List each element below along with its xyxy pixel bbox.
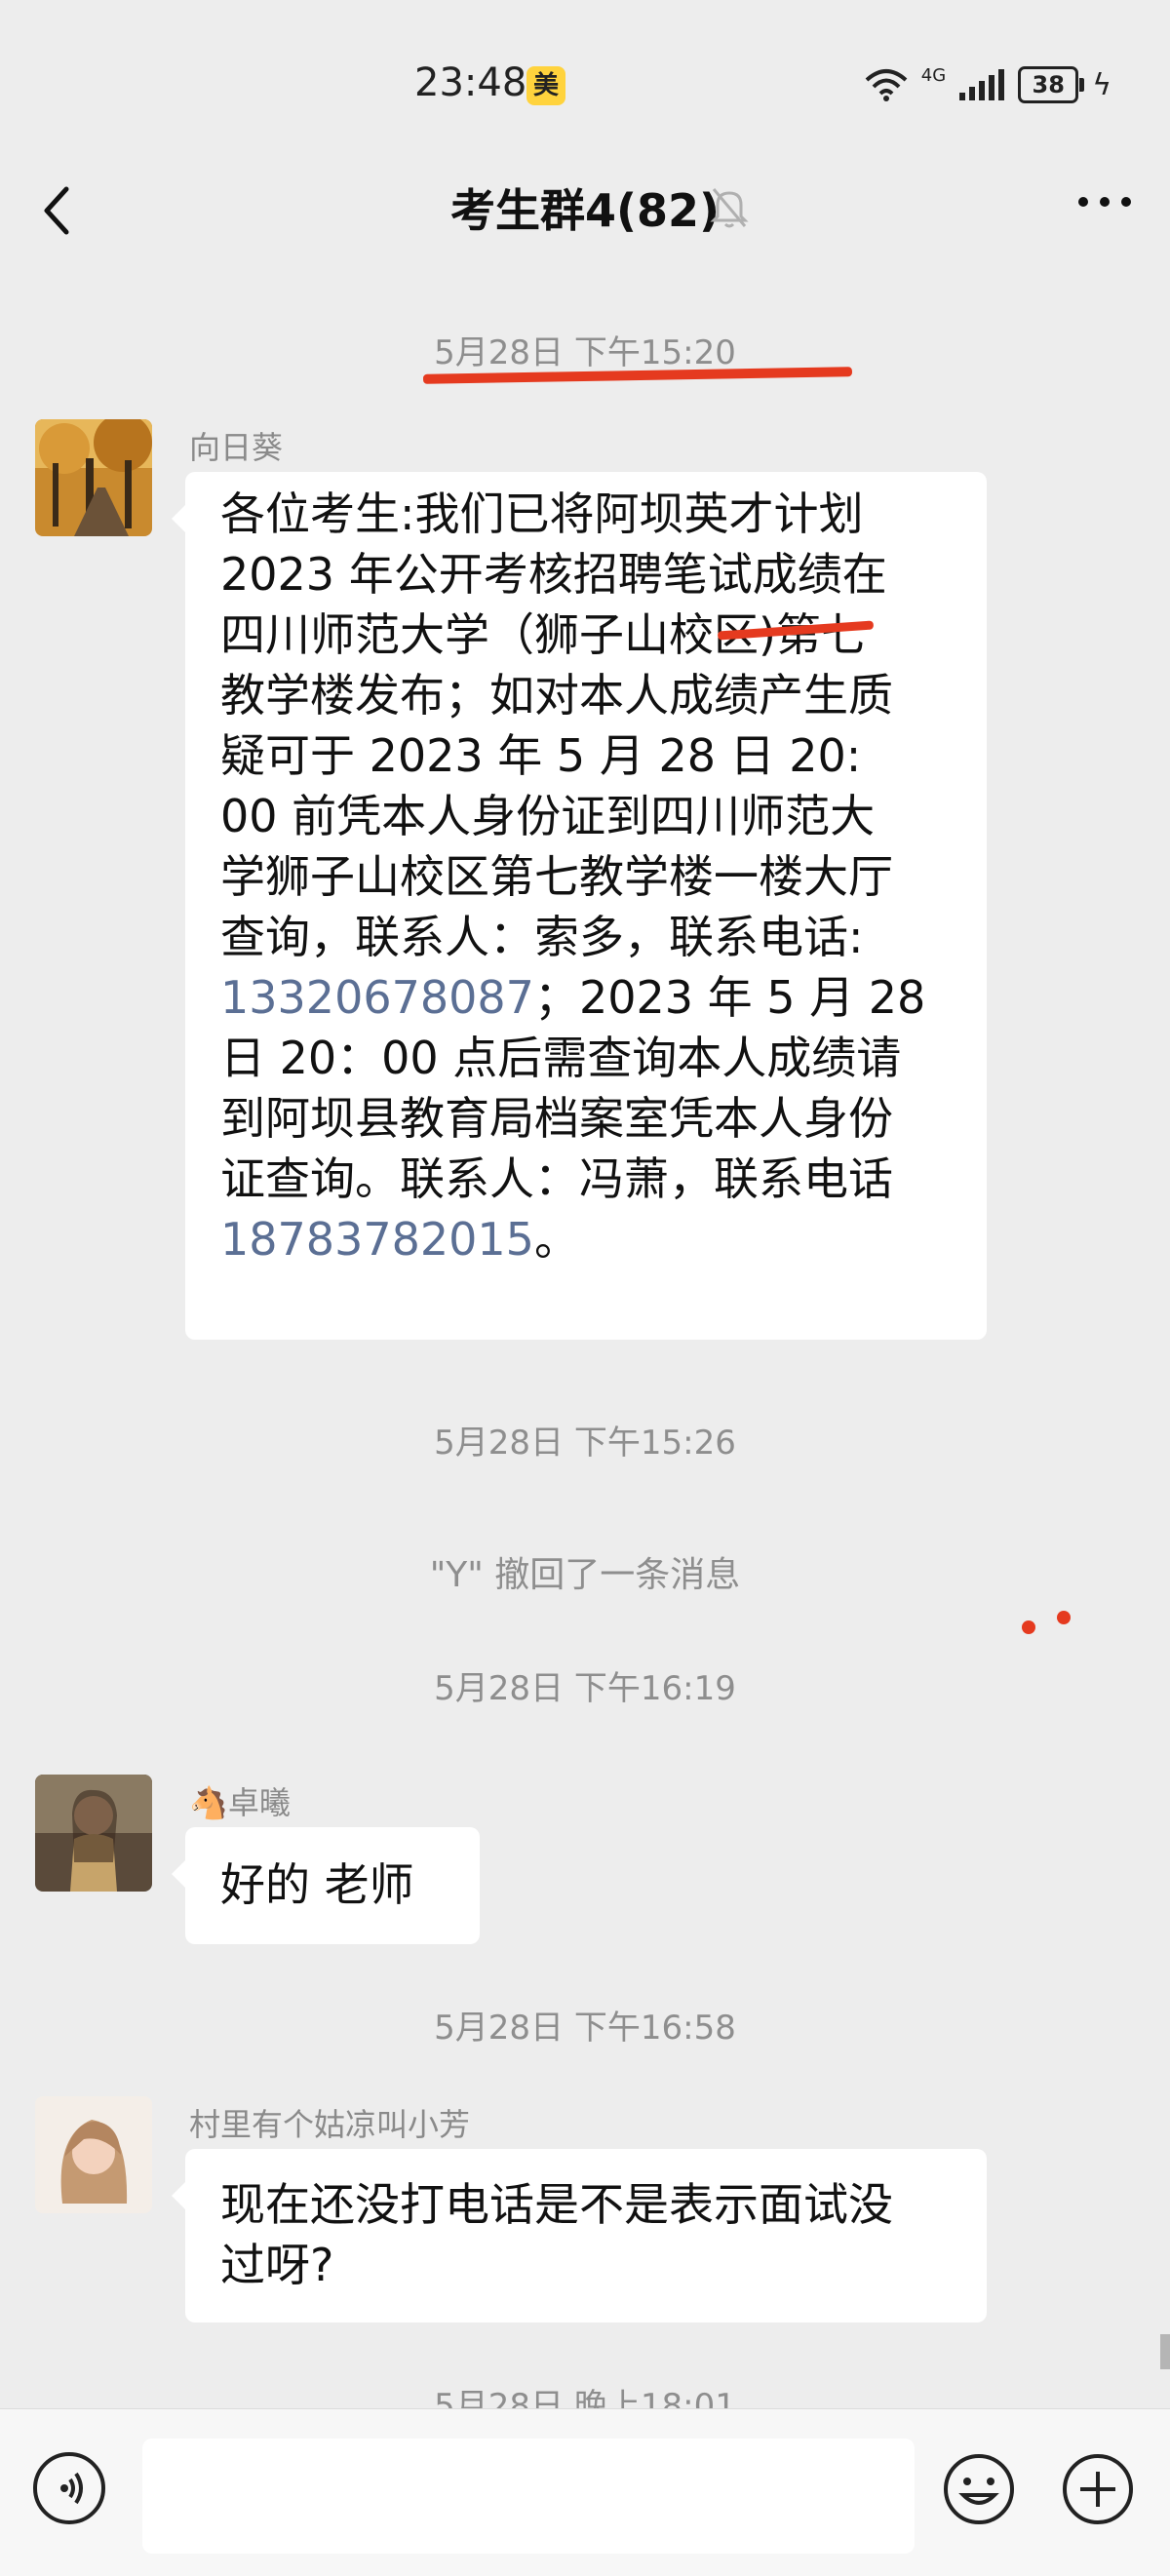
status-bar: 23:48 美 4G 38 ϟ [0, 0, 1170, 146]
status-icons: 4G 38 ϟ [865, 64, 1112, 103]
message-bubble[interactable]: 好的 老师 [172, 1827, 480, 1944]
message-input[interactable] [142, 2439, 915, 2554]
scroll-indicator[interactable] [1160, 2334, 1170, 2369]
message-line: 日 20：00 点后需查询本人成绩请 [220, 1032, 902, 1084]
battery-icon: 38 [1018, 66, 1085, 103]
girl-avatar-icon [35, 2096, 152, 2213]
message-line: 13320678087；2023 年 5 月 28 [220, 971, 926, 1024]
message-line: 查询，联系人：索多，联系电话: [220, 911, 864, 963]
recall-notice: "Y" 撤回了一条消息 [429, 1555, 741, 1595]
message-line: 18783782015。 [220, 1213, 579, 1266]
timestamp: 5月28日 下午15:26 [434, 1424, 736, 1463]
input-bar [0, 2408, 1170, 2576]
app-badge: 美 [526, 66, 566, 105]
message-line: 疑可于 2023 年 5 月 28 日 20: [220, 729, 862, 782]
message-line: 教学楼发布；如对本人成绩产生质 [220, 669, 893, 722]
message-bubble[interactable]: 各位考生:我们已将阿坝英才计划 2023 年公开考核招聘笔试成绩在 四川师范大学… [172, 472, 987, 1340]
emoji-icon[interactable] [942, 2452, 1016, 2526]
message-line: 学狮子山校区第七教学楼一楼大厅 [220, 850, 893, 903]
message-line: 2023 年公开考核招聘笔试成绩在 [220, 548, 887, 601]
chat-title: 考生群4(82) [449, 184, 721, 237]
person-avatar-icon [35, 1775, 152, 1892]
avatar[interactable] [35, 1775, 152, 1892]
avatar[interactable] [35, 2096, 152, 2213]
autumn-forest-avatar-icon [35, 419, 152, 536]
red-dot-annotation [1022, 1620, 1035, 1634]
network-label: 4G [920, 64, 947, 86]
message-line: 证查询。联系人：冯萧，联系电话 [220, 1152, 893, 1205]
timestamp: 5月28日 下午15:20 [434, 333, 736, 372]
signal-icon [959, 69, 1005, 100]
charging-icon: ϟ [1092, 67, 1112, 102]
wifi-icon [865, 69, 908, 101]
message-line: 各位考生:我们已将阿坝英才计划 [220, 488, 864, 540]
message-line: 现在还没打电话是不是表示面试没 [220, 2178, 893, 2231]
chat-header: 考生群4(82) [0, 146, 1170, 273]
timestamp: 5月28日 下午16:58 [434, 2009, 736, 2048]
message-bubble[interactable]: 现在还没打电话是不是表示面试没 过呀? [172, 2149, 987, 2322]
more-icon[interactable] [1078, 197, 1131, 207]
sender-name: 村里有个姑凉叫小芳 [189, 2106, 471, 2143]
message-line: 四川师范大学（狮子山校区)第七 [220, 608, 866, 661]
phone-link[interactable]: 18783782015 [220, 1213, 534, 1266]
plus-icon[interactable] [1061, 2452, 1135, 2526]
chat-list[interactable]: 5月28日 下午15:20 向日葵 各位考生:我们已将阿坝英才计划 2023 年… [0, 273, 1170, 2426]
timestamp: 5月28日 下午16:19 [434, 1669, 736, 1708]
message-line: 到阿坝县教育局档案室凭本人身份 [220, 1092, 893, 1145]
mute-bell-icon [710, 188, 749, 228]
avatar[interactable] [35, 419, 152, 536]
sender-name: 🐴卓曦 [189, 1784, 291, 1821]
phone-link[interactable]: 13320678087 [220, 971, 534, 1024]
voice-icon[interactable] [33, 2452, 105, 2524]
status-time: 23:48 [414, 60, 527, 105]
message-line: 00 前凭本人身份证到四川师范大 [220, 790, 876, 842]
red-dot-annotation [1057, 1611, 1071, 1624]
message-line: 过呀? [220, 2239, 334, 2291]
sender-name: 向日葵 [189, 429, 284, 466]
